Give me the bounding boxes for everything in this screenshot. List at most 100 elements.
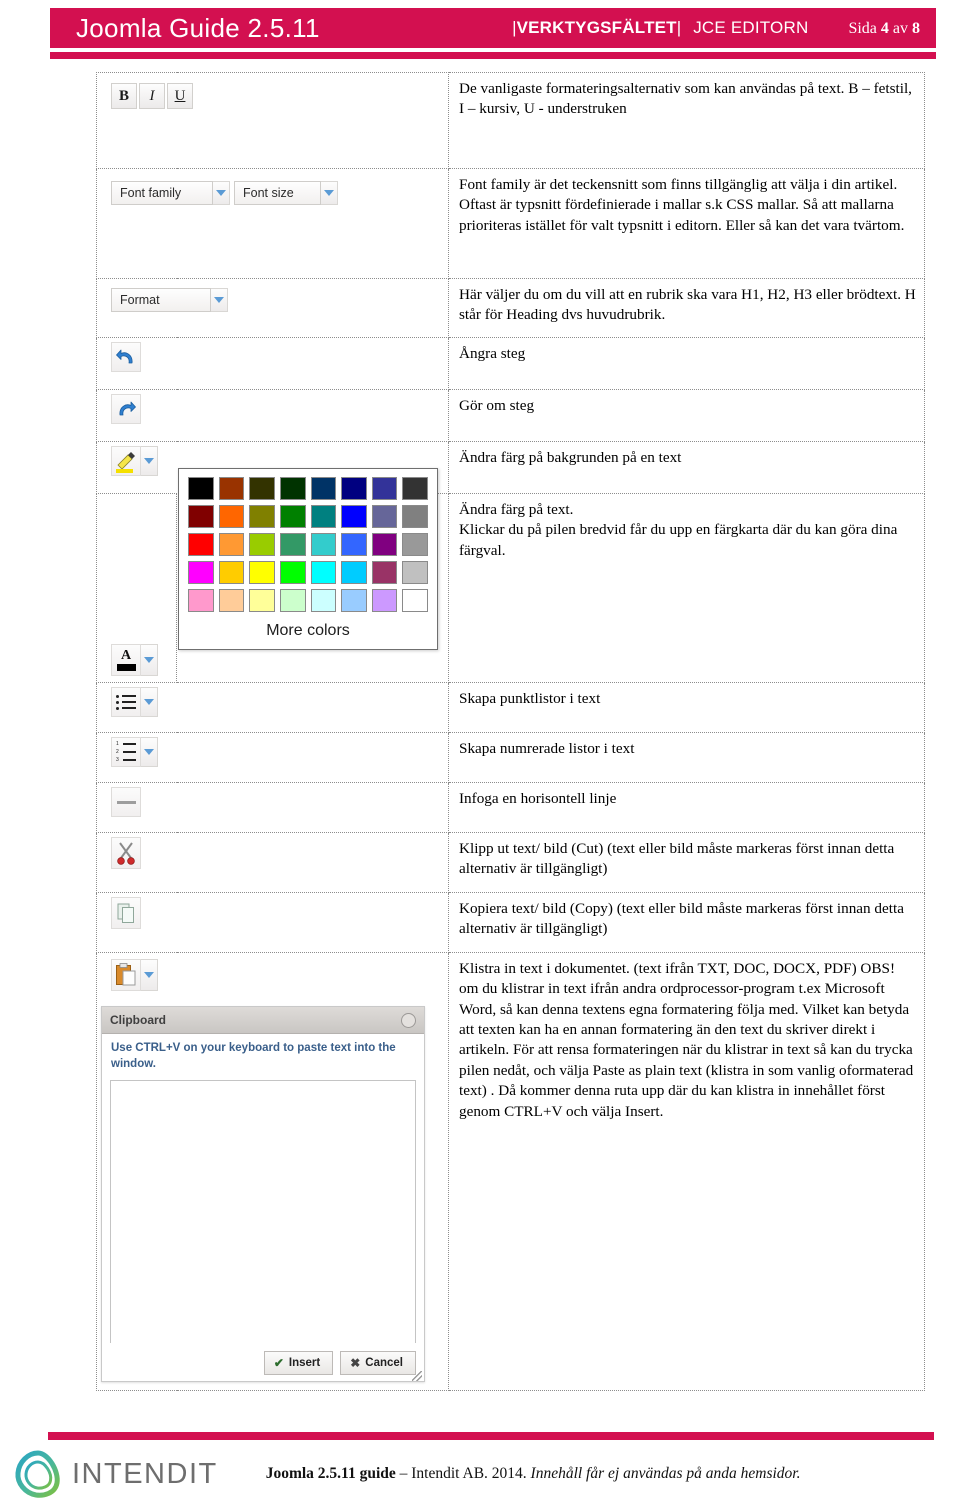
desc-cell-4: Ångra steg — [448, 337, 925, 390]
numbered-list-button[interactable]: 1 2 3 — [111, 737, 141, 767]
chevron-down-icon — [144, 657, 154, 663]
font-family-select[interactable]: Font family — [111, 181, 213, 205]
color-swatch[interactable] — [402, 589, 428, 612]
font-size-dropdown-arrow[interactable] — [321, 181, 338, 205]
icon-cell-bold-italic-underline: B I U — [96, 72, 449, 169]
color-swatch[interactable] — [402, 533, 428, 556]
numbered-list-dropdown-arrow[interactable] — [141, 737, 158, 767]
icon-cell-undo — [96, 337, 449, 390]
color-swatch[interactable] — [341, 533, 367, 556]
color-swatch[interactable] — [188, 561, 214, 584]
background-color-button[interactable] — [111, 446, 141, 476]
cancel-button[interactable]: ✖ Cancel — [340, 1350, 416, 1375]
bold-button[interactable]: B — [111, 83, 137, 109]
header-divider-rule — [50, 52, 936, 59]
description-text: Gör om steg — [459, 397, 535, 414]
color-swatch[interactable] — [310, 505, 337, 528]
underline-button[interactable]: U — [167, 83, 193, 109]
color-swatch[interactable] — [341, 477, 367, 500]
table-row: Gör om steg — [96, 389, 925, 442]
footer-divider-rule — [48, 1432, 934, 1440]
color-swatch[interactable] — [218, 561, 245, 584]
format-select[interactable]: Format — [111, 288, 211, 312]
font-color-button[interactable]: A — [111, 644, 141, 676]
color-swatch[interactable] — [249, 533, 275, 556]
chevron-down-icon — [216, 190, 226, 196]
color-swatch[interactable] — [371, 533, 398, 556]
undo-button[interactable] — [111, 342, 141, 372]
page-title: Joomla Guide 2.5.11 — [76, 12, 320, 43]
desc-cell-1: De vanligaste formateringsalternativ som… — [448, 72, 925, 169]
color-swatch[interactable] — [341, 589, 367, 612]
color-swatch[interactable] — [188, 533, 214, 556]
paste-dropdown-arrow[interactable] — [141, 959, 158, 991]
table-row: Clipboard Use CTRL+V on your keyboard to… — [96, 952, 925, 1391]
color-swatch[interactable] — [402, 505, 428, 528]
copy-button[interactable] — [111, 897, 141, 929]
font-color-dropdown-arrow[interactable] — [141, 644, 158, 676]
color-swatch[interactable] — [310, 589, 337, 612]
description-text: Infoga en horisontell linje — [459, 790, 617, 807]
paste-button[interactable] — [111, 959, 141, 991]
close-icon[interactable] — [401, 1012, 416, 1028]
resize-handle-icon[interactable] — [412, 1370, 422, 1381]
color-swatch[interactable] — [279, 505, 306, 528]
table-row: Ångra steg — [96, 337, 925, 390]
cut-button[interactable] — [111, 837, 141, 869]
color-swatch[interactable] — [279, 589, 306, 612]
more-colors-button[interactable]: More colors — [179, 616, 437, 649]
color-swatch[interactable] — [249, 589, 275, 612]
table-row: Font family Font size Font family är det… — [96, 168, 925, 279]
color-swatch[interactable] — [218, 589, 245, 612]
color-swatch-grid — [179, 469, 437, 616]
color-swatch[interactable] — [402, 561, 428, 584]
italic-button[interactable]: I — [139, 83, 165, 109]
page-header-band: Joomla Guide 2.5.11 | VERKTYGSFÄLTET | J… — [50, 8, 936, 48]
header-section-label: VERKTYGSFÄLTET — [516, 18, 677, 37]
color-swatch[interactable] — [341, 505, 367, 528]
bullet-list-button[interactable] — [111, 687, 141, 717]
color-swatch[interactable] — [341, 561, 367, 584]
color-swatch[interactable] — [371, 589, 398, 612]
format-dropdown-arrow[interactable] — [211, 288, 228, 312]
color-swatch[interactable] — [249, 561, 275, 584]
color-swatch[interactable] — [279, 477, 306, 500]
icon-cell-redo — [96, 389, 449, 442]
color-swatch[interactable] — [310, 533, 337, 556]
font-family-dropdown-arrow[interactable] — [213, 181, 230, 205]
color-swatch[interactable] — [310, 561, 337, 584]
color-swatch[interactable] — [249, 505, 275, 528]
redo-button[interactable] — [111, 394, 141, 424]
copy-icon — [117, 903, 134, 923]
icon-cell-format-dropdown: Format — [96, 278, 449, 338]
bullet-list-dropdown-arrow[interactable] — [141, 687, 158, 717]
footer-credit-bold: Joomla 2.5.11 guide — [265, 1465, 396, 1482]
color-swatch[interactable] — [279, 533, 306, 556]
color-swatch[interactable] — [371, 505, 398, 528]
horizontal-rule-button[interactable] — [111, 787, 141, 817]
color-swatch[interactable] — [188, 505, 214, 528]
description-text: Font family är det teckensnitt som finns… — [459, 176, 905, 234]
horizontal-rule-icon — [116, 800, 136, 804]
color-swatch[interactable] — [188, 477, 214, 500]
color-swatch[interactable] — [249, 477, 275, 500]
color-swatch[interactable] — [218, 533, 245, 556]
page-number: 4 — [880, 20, 889, 37]
font-size-select[interactable]: Font size — [234, 181, 321, 205]
background-color-dropdown-arrow[interactable] — [141, 446, 158, 476]
clipboard-paste-textarea[interactable] — [110, 1079, 416, 1343]
color-swatch[interactable] — [188, 589, 214, 612]
header-breadcrumb: | VERKTYGSFÄLTET | JCE EDITORN Sida 4 av… — [512, 18, 936, 38]
bullet-dot-icon — [116, 706, 119, 710]
color-swatch[interactable] — [371, 477, 398, 500]
color-swatch[interactable] — [402, 477, 428, 500]
color-swatch[interactable] — [218, 477, 245, 500]
color-swatch[interactable] — [279, 561, 306, 584]
insert-button[interactable]: ✔ Insert — [263, 1350, 334, 1375]
desc-cell-11: Klipp ut text/ bild (Cut) (text eller bi… — [448, 832, 925, 893]
redo-icon — [119, 401, 136, 416]
color-swatch[interactable] — [310, 477, 337, 500]
color-swatch[interactable] — [218, 505, 245, 528]
color-swatch[interactable] — [371, 561, 398, 584]
desc-cell-5: Gör om steg — [448, 389, 925, 442]
